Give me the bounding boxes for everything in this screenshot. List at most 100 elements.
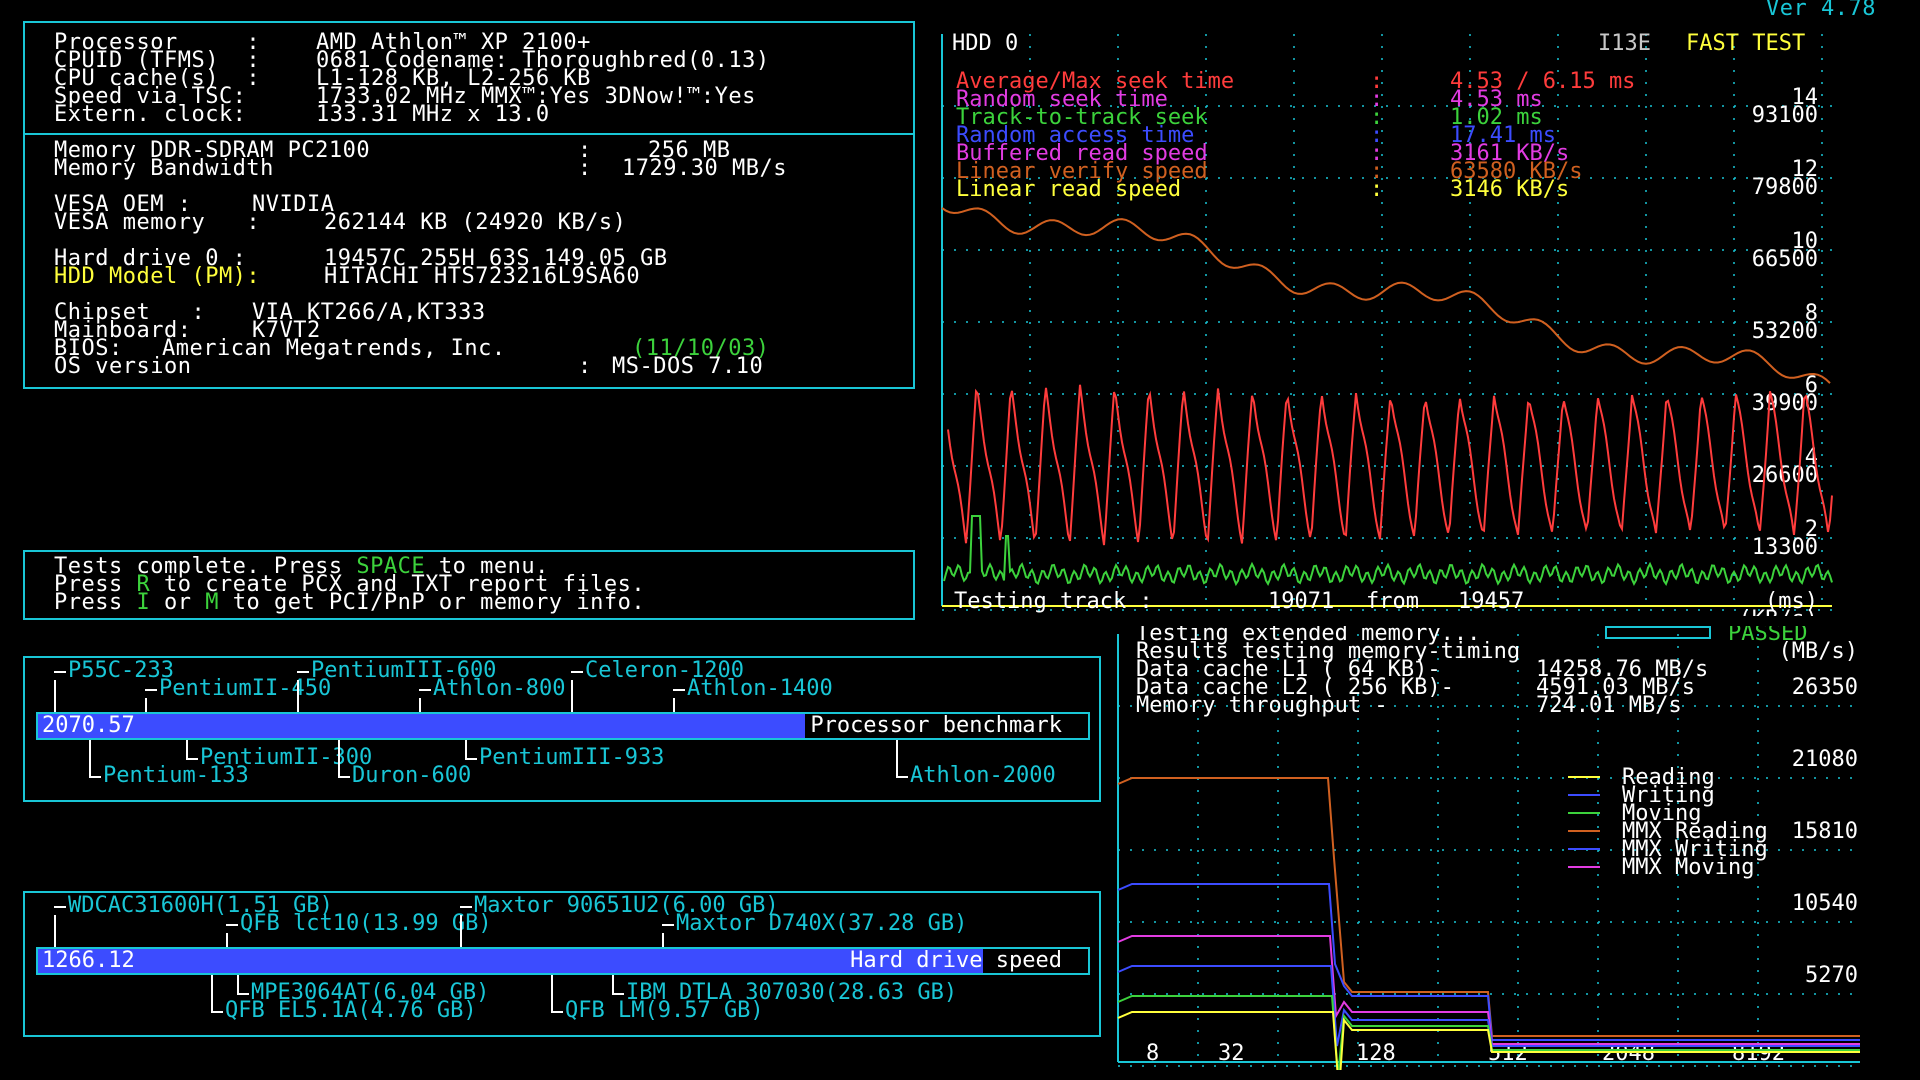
cpu-bench-ref-tick [54,671,66,673]
hdd-bench-ref-tick [54,906,66,908]
memory-throughput-value: 724.01 MB/s [1536,693,1682,718]
panel-divider [25,133,913,135]
m-key-hint: M [205,590,219,615]
hdd-model-label: HDD Model (PM): [54,264,261,289]
vesa-mem-value: 262144 KB (24920 KB/s) [324,210,627,235]
testing-track-label: Testing track : [954,589,1153,614]
clock-label: Extern. clock: [54,102,247,127]
hdd-bench-ref-top: QFB lct10(13.99 GB) [240,911,492,936]
hdd-code: I13E [1598,31,1651,56]
cpu-bench-ref-tick [338,740,340,776]
memory-unit: (MB/s) [1779,639,1858,664]
kbs-tick-label: 79800 [1752,175,1818,200]
cpu-bench-ref-tick [465,740,467,758]
cpu-bench-bar-fill [38,714,805,738]
hdd-stat-value: 3146 KB/s [1450,177,1569,202]
kbs-tick-label: 13300 [1752,535,1818,560]
kbs-tick-label: 66500 [1752,247,1818,272]
hdd-bench-ref-tick [551,975,553,1011]
hdd-bench-ref-tick [211,975,213,1011]
cpu-bench-ref-bottom: Athlon-2000 [910,763,1056,788]
cpu-bench-ref-tick [673,689,685,691]
cpu-bench-ref-tick [571,671,583,673]
hdd-bench-ref-top: Maxtor D740X(37.28 GB) [676,911,968,936]
hdd-bench-ref-tick [211,1011,223,1013]
cpu-benchmark-area: 2070.57 Processor benchmark P55C-233 Pentiu… [36,660,1090,798]
kbs-tick-label: 93100 [1752,103,1818,128]
status-text: or [150,590,206,615]
linear-read-curve [941,207,1831,384]
mem-x-tick: 128 [1356,1041,1396,1066]
mem-y-tick: 10540 [1792,891,1858,916]
os-value: MS-DOS 7.10 [612,354,764,379]
cpu-bench-ref-tick [673,698,675,712]
cpu-bench-value: 2070.57 [42,713,135,738]
hdd-bench-ref-tick [551,1011,563,1013]
bandwidth-label: Memory Bandwidth [54,156,274,181]
track-seek-curve [943,515,1833,587]
mem-x-tick: 32 [1218,1041,1245,1066]
hdd-bench-ref-tick [226,933,228,947]
mem-y-tick: 15810 [1792,819,1858,844]
cpu-bench-ref-tick [186,758,198,760]
cpu-bench-ref-tick [419,689,431,691]
cpu-bench-ref-tick [896,776,908,778]
testing-track-value: 19071 [1268,589,1334,614]
kbs-tick-label: (KB/s) [1739,607,1818,616]
hdd-bench-value: 1266.12 [42,948,135,973]
hdd-benchmark-area: 1266.12 Hard drive speed WDCAC31600H(1.51 … [36,895,1090,1033]
mem-y-tick: 5270 [1805,963,1858,988]
memory-progress-bar [1605,626,1711,639]
cpu-bench-ref-tick [896,740,898,776]
hdd-bench-ref-tick [226,924,238,926]
hdd-bench-ref-tick [612,993,624,995]
testing-track-total: 19457 [1458,589,1524,614]
cpu-bench-ref-tick [89,776,101,778]
cpu-bench-ref-tick [465,758,477,760]
cpu-bench-ref-tick [145,698,147,712]
cpu-bench-ref-tick [89,740,91,776]
cpu-bench-ref-tick [419,698,421,712]
vesa-oem-value: NVIDIA [252,192,335,217]
hdd-bench-ref-tick [662,933,664,947]
hdd-bench-ref-tick [460,915,462,947]
hdd-stat-label: Linear read speed [956,177,1181,202]
cpu-bench-ref-tick [186,740,188,758]
hdd-model-value: HITACHI HTS723216L9SA60 [324,264,641,289]
cpu-bench-ref-bottom: Duron-600 [352,763,472,788]
cpu-bench-ref-tick [571,680,573,712]
hdd-test-graph: HDD 0 I13E FAST TESTAverage/Max seek time:… [941,31,1833,616]
hdd-stat-sep: : [1370,177,1383,202]
hdd-bench-ref-tick [662,924,674,926]
mem-y-tick: 21080 [1792,747,1858,772]
cpu-bench-ref-tick [297,680,299,712]
kbs-tick-label: 53200 [1752,319,1818,344]
test-mode-label: FAST TEST [1686,31,1805,56]
cpu-bench-ref-tick [297,671,309,673]
cpu-bench-label: Processor benchmark [810,713,1062,738]
cpu-bench-ref-bottom: PentiumIII-933 [479,745,665,770]
status-text: Press [54,590,137,615]
i-key-hint: I [136,590,151,615]
memory-test-graph: Testing extended memory... PASSEDResults … [1117,626,1860,1070]
bios-value: American Megatrends, Inc. [162,336,506,361]
cpu-bench-ref-top: PentiumII-450 [159,676,332,701]
hdd-bench-ref-tick [54,915,56,947]
os-label: OS version [54,354,192,379]
vesa-mem-label: VESA memory : [54,210,261,235]
hdd-bench-ref-tick [460,906,472,908]
cpu-bench-ref-top: Athlon-800 [433,676,566,701]
hdd-bench-ref-bottom: MPE3064AT(6.04 GB) [251,980,490,1005]
hdd-bench-ref-tick [237,975,239,993]
clock-value: 133.31 MHz x 13.0 [316,102,550,127]
bandwidth-sep: : [578,156,592,181]
hdd-bench-ref-bottom: IBM DTLA 307030(28.63 GB) [626,980,958,1005]
status-text: to get PCI/PnP or memory info. [218,590,646,615]
cpu-bench-ref-tick [54,680,56,712]
hdd-title: HDD 0 [952,31,1018,56]
hdd-bench-label: Hard drive speed [850,948,1062,973]
seek-time-curve [947,384,1833,546]
cpu-bench-ref-top: Athlon-1400 [687,676,833,701]
cpu-bench-ref-tick [145,689,157,691]
os-sep: : [578,354,592,379]
